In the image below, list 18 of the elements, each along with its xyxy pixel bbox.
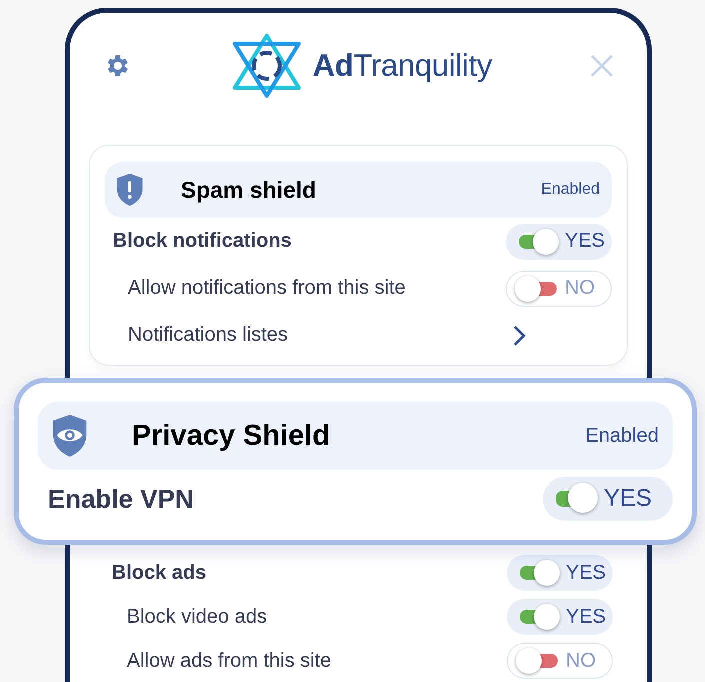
setting-label: Block video ads	[127, 606, 268, 628]
status-label: Enabled	[586, 424, 659, 448]
setting-label: Block notifications	[113, 230, 292, 253]
setting-label: Enable VPN	[48, 484, 194, 514]
setting-label: Allow ads from this site	[127, 650, 332, 672]
toggle-switch[interactable]: YES	[506, 224, 612, 260]
chevron-right-icon[interactable]	[512, 324, 526, 346]
setting-label: Allow notifications from this site	[128, 277, 406, 300]
section-title: Privacy Shield	[132, 420, 332, 452]
toggle-switch[interactable]: YES	[543, 477, 673, 521]
toggle-switch[interactable]: YES	[507, 555, 613, 591]
setting-label: Block ads	[112, 562, 206, 584]
logo-text: AdTranquility	[312, 48, 492, 84]
toggle-switch[interactable]: YES	[507, 599, 613, 635]
section-title: Spam shield	[181, 176, 318, 204]
status-label: Enabled	[541, 181, 600, 199]
setting-label: Notifications listes	[128, 324, 288, 347]
alert-shield-icon	[115, 172, 145, 208]
